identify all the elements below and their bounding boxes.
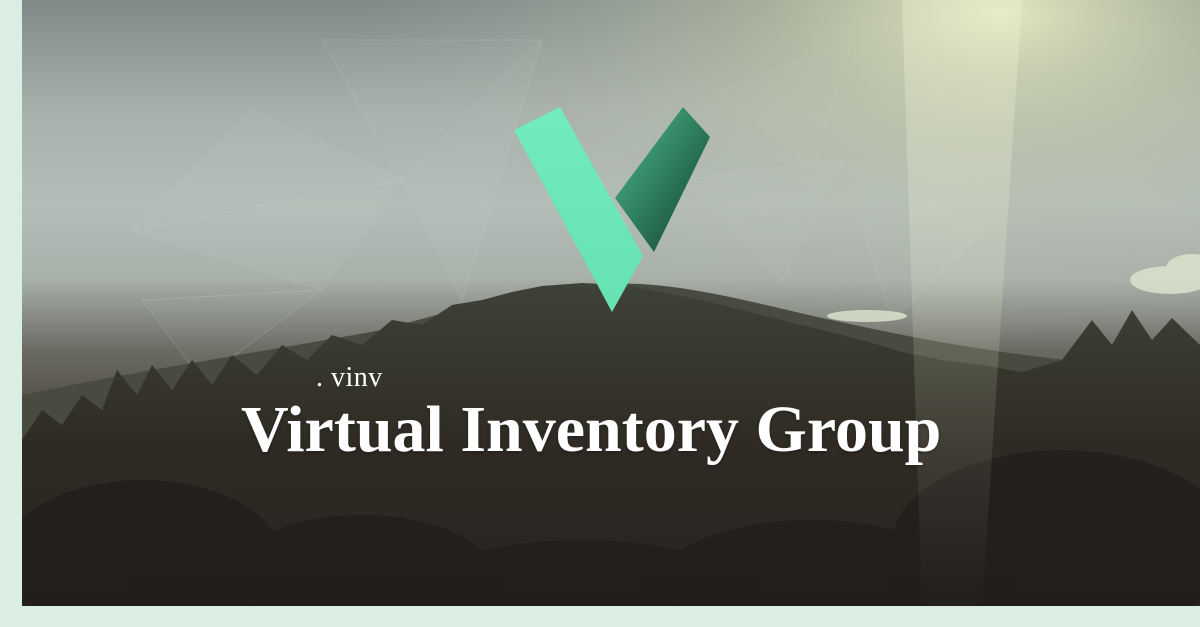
hero-banner: . vinv Virtual Inventory Group (22, 0, 1200, 606)
brand-tagline: . vinv (316, 362, 383, 393)
hero-scene (22, 0, 1200, 606)
brand-name: Virtual Inventory Group (241, 393, 942, 466)
page-frame: . vinv Virtual Inventory Group (0, 0, 1200, 627)
